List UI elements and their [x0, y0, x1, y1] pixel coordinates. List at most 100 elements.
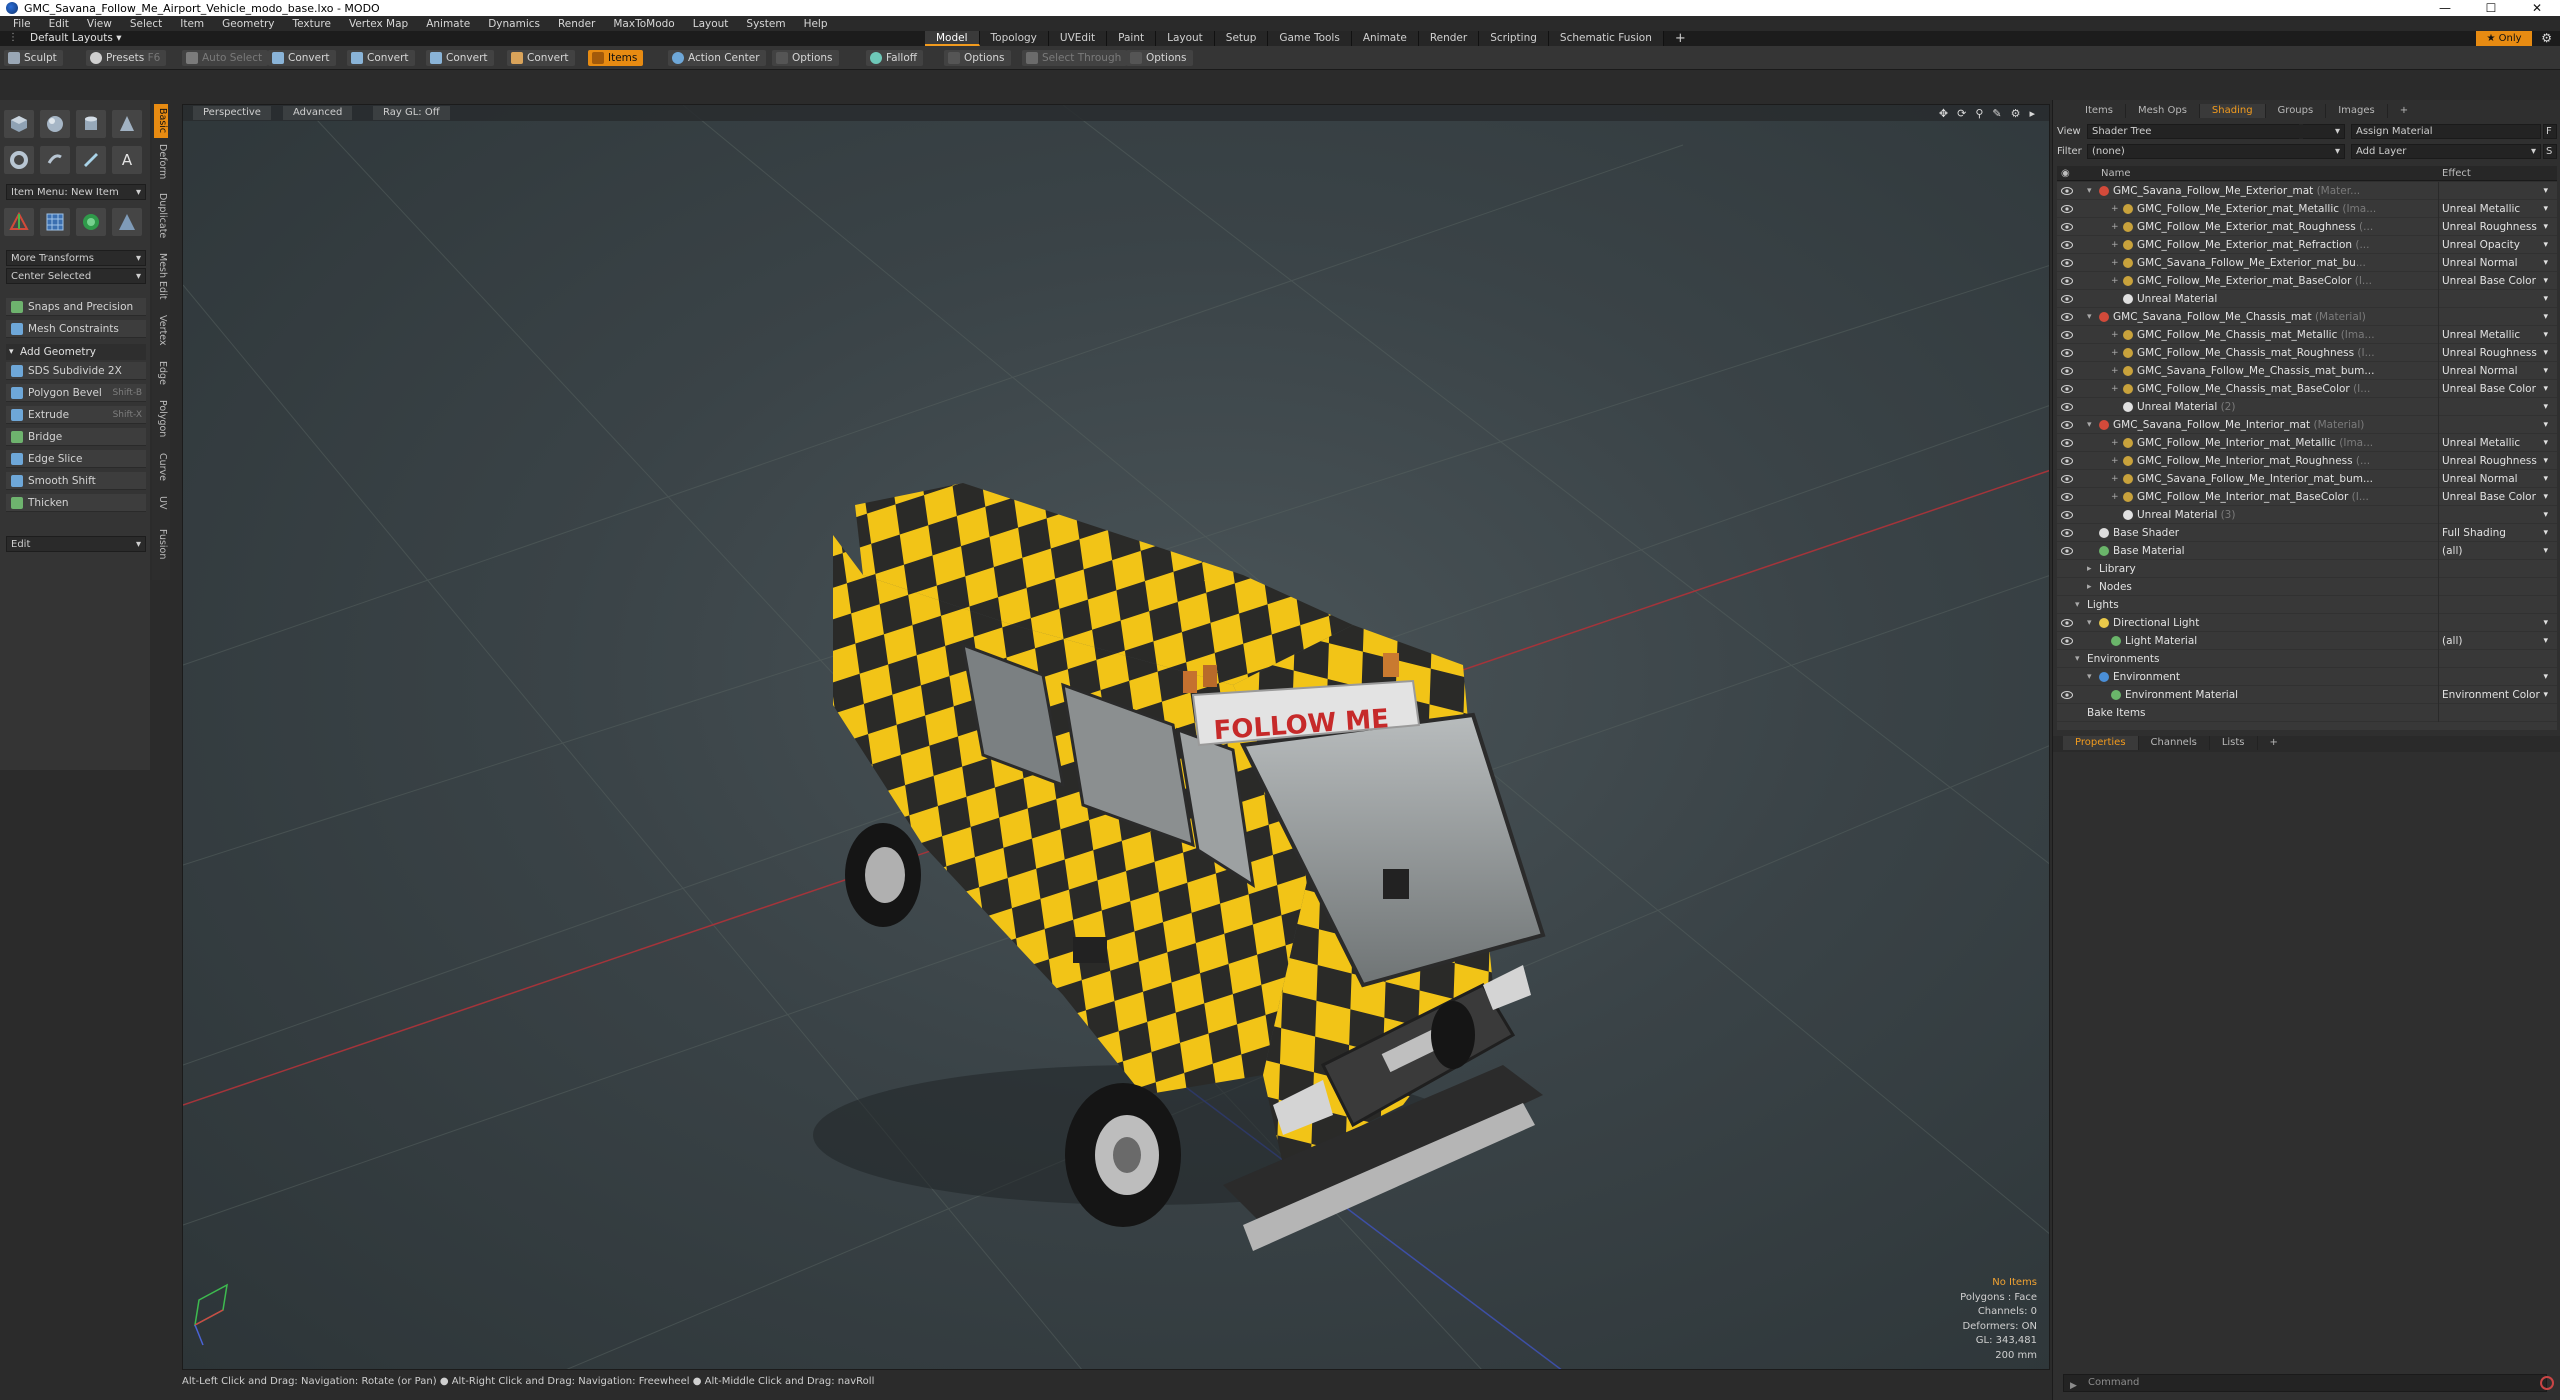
effect-dropdown[interactable]: Unreal Opacity	[2442, 236, 2552, 254]
more-transforms-select[interactable]: More Transforms	[6, 250, 146, 267]
tool-bridge[interactable]: Bridge	[6, 428, 146, 446]
options-button-3[interactable]: Options	[1126, 50, 1193, 66]
visibility-eye-icon[interactable]	[2061, 331, 2073, 339]
tab-schematic-fusion[interactable]: Schematic Fusion	[1548, 31, 1664, 46]
tree-row[interactable]: ▾ Lights	[2057, 596, 2557, 614]
tree-row[interactable]: Bake Items	[2057, 704, 2557, 722]
tree-row[interactable]: ▸ Library	[2057, 560, 2557, 578]
mesh-constraints-button[interactable]: Mesh Constraints	[6, 320, 146, 338]
rotate-view-icon[interactable]: ⟳	[1957, 107, 1966, 120]
visibility-eye-icon[interactable]	[2061, 385, 2073, 393]
snaps-and-precision-button[interactable]: Snaps and Precision	[6, 298, 146, 316]
vtab-curve[interactable]: Curve	[154, 450, 168, 484]
cylinder-icon[interactable]	[76, 110, 106, 138]
effect-dropdown[interactable]: (all)	[2442, 632, 2552, 650]
tree-row[interactable]: Base Shader Full Shading	[2057, 524, 2557, 542]
expand-plus-icon[interactable]: +	[2111, 218, 2119, 236]
menu-view[interactable]: View	[78, 18, 121, 30]
viewport-perspective-tab[interactable]: Perspective	[193, 106, 271, 120]
tab-animate[interactable]: Animate	[1351, 31, 1419, 46]
tab-groups[interactable]: Groups	[2266, 104, 2327, 118]
tab-scripting[interactable]: Scripting	[1479, 31, 1549, 46]
visibility-eye-icon[interactable]	[2061, 619, 2073, 627]
torus-icon[interactable]	[4, 146, 34, 174]
tree-row[interactable]: ▾ GMC_Savana_Follow_Me_Chassis_mat (Mater…	[2057, 308, 2557, 326]
visibility-eye-icon[interactable]	[2061, 259, 2073, 267]
visibility-eye-icon[interactable]	[2061, 205, 2073, 213]
tab-setup[interactable]: Setup	[1214, 31, 1269, 46]
menu-edit[interactable]: Edit	[40, 18, 78, 30]
expand-plus-icon[interactable]: +	[2111, 236, 2119, 254]
vtab-deform[interactable]: Deform	[154, 142, 168, 182]
action-center-button[interactable]: Action Center	[668, 50, 766, 66]
effect-dropdown[interactable]: Environment Color	[2442, 686, 2552, 704]
tree-row[interactable]: ▾ Environment	[2057, 668, 2557, 686]
move-icon[interactable]	[4, 208, 34, 236]
tree-row[interactable]: + GMC_Savana_Follow_Me_Chassis_mat_bum...…	[2057, 362, 2557, 380]
vtab-edge[interactable]: Edge	[154, 358, 168, 388]
tree-row[interactable]: + GMC_Savana_Follow_Me_Exterior_mat_bu...…	[2057, 254, 2557, 272]
menu-vertex-map[interactable]: Vertex Map	[340, 18, 417, 30]
tab-game-tools[interactable]: Game Tools	[1268, 31, 1352, 46]
minimize-icon[interactable]: —	[2422, 0, 2468, 16]
menu-geometry[interactable]: Geometry	[213, 18, 283, 30]
text-icon[interactable]: A	[112, 146, 142, 174]
grid-icon[interactable]	[40, 208, 70, 236]
menu-item[interactable]: Item	[171, 18, 213, 30]
disclosure-triangle-icon[interactable]: ▸	[2087, 560, 2092, 578]
expand-plus-icon[interactable]: +	[2111, 254, 2119, 272]
tree-row[interactable]: Base Material (all)	[2057, 542, 2557, 560]
move-view-icon[interactable]: ✥	[1939, 107, 1948, 120]
convert-button-1[interactable]: Convert	[268, 50, 336, 66]
select-through-button[interactable]: Select Through	[1022, 50, 1128, 66]
tree-row[interactable]: Environment Material Environment Color	[2057, 686, 2557, 704]
globe-icon[interactable]	[76, 208, 106, 236]
view-select[interactable]: Shader Tree	[2087, 124, 2345, 139]
visibility-eye-icon[interactable]	[2061, 403, 2073, 411]
vehicle-model[interactable]: FOLLOW ME	[813, 483, 1546, 1251]
pyramid-icon[interactable]	[112, 208, 142, 236]
expand-plus-icon[interactable]: +	[2111, 326, 2119, 344]
tab-shading[interactable]: Shading	[2199, 104, 2266, 118]
tree-row[interactable]: + GMC_Savana_Follow_Me_Interior_mat_bum..…	[2057, 470, 2557, 488]
effect-dropdown[interactable]: Unreal Metallic	[2442, 434, 2552, 452]
expand-plus-icon[interactable]: +	[2111, 272, 2119, 290]
command-input[interactable]: ▶ Command	[2063, 1374, 2547, 1392]
items-button[interactable]: Items	[588, 50, 644, 66]
visibility-eye-icon[interactable]	[2061, 547, 2073, 555]
disclosure-triangle-icon[interactable]: ▾	[2087, 182, 2092, 200]
tab-images[interactable]: Images	[2326, 104, 2388, 118]
tool-thicken[interactable]: Thicken	[6, 494, 146, 512]
tab-properties[interactable]: Properties	[2063, 736, 2139, 750]
tree-row[interactable]: + GMC_Follow_Me_Exterior_mat_Refraction (…	[2057, 236, 2557, 254]
add-layer-select[interactable]: Add Layer	[2351, 144, 2541, 159]
tab-items[interactable]: Items	[2073, 104, 2126, 118]
disclosure-triangle-icon[interactable]: ▸	[2087, 578, 2092, 596]
visibility-eye-icon[interactable]	[2061, 349, 2073, 357]
expand-plus-icon[interactable]: +	[2111, 344, 2119, 362]
expand-plus-icon[interactable]: +	[2111, 488, 2119, 506]
visibility-eye-icon[interactable]	[2061, 637, 2073, 645]
menu-select[interactable]: Select	[121, 18, 171, 30]
disclosure-triangle-icon[interactable]: ▾	[2075, 650, 2080, 668]
center-selected-select[interactable]: Center Selected	[6, 268, 146, 285]
viewport-raygl-tab[interactable]: Ray GL: Off	[373, 106, 450, 120]
vtab-basic[interactable]: Basic	[154, 104, 168, 138]
tree-row[interactable]: + GMC_Follow_Me_Exterior_mat_BaseColor (I…	[2057, 272, 2557, 290]
visibility-eye-icon[interactable]	[2061, 493, 2073, 501]
effect-dropdown[interactable]: Unreal Normal	[2442, 254, 2552, 272]
effect-dropdown[interactable]: Unreal Roughness	[2442, 218, 2552, 236]
effect-dropdown[interactable]: (all)	[2442, 542, 2552, 560]
vtab-mesh-edit[interactable]: Mesh Edit	[154, 250, 168, 302]
expand-plus-icon[interactable]: +	[2111, 434, 2119, 452]
menu-maxtomodo[interactable]: MaxToModo	[604, 18, 683, 30]
visibility-eye-icon[interactable]	[2061, 241, 2073, 249]
tab-model[interactable]: Model	[925, 31, 980, 46]
only-button[interactable]: ★ Only	[2476, 31, 2532, 46]
viewport-advanced-tab[interactable]: Advanced	[283, 106, 353, 120]
visibility-eye-icon[interactable]	[2061, 313, 2073, 321]
tree-row[interactable]: Unreal Material (2)	[2057, 398, 2557, 416]
tree-row[interactable]: + GMC_Follow_Me_Chassis_mat_Metallic (Ima…	[2057, 326, 2557, 344]
vtab-vertex[interactable]: Vertex	[154, 310, 168, 350]
cube-icon[interactable]	[4, 110, 34, 138]
